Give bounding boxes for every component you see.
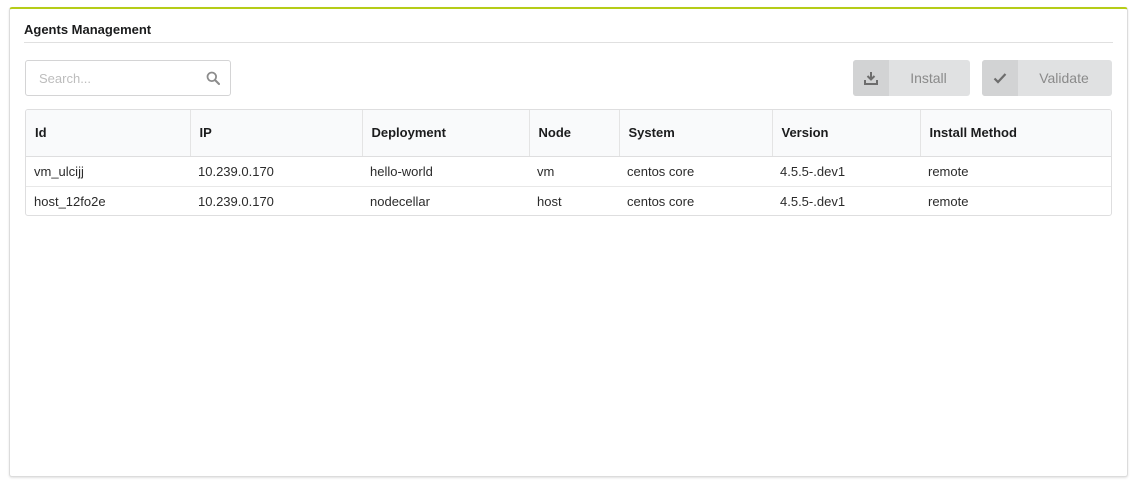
- cell-install-method: remote: [920, 156, 1111, 187]
- validate-button-label: Validate: [1039, 70, 1089, 86]
- column-header-install-method[interactable]: Install Method: [920, 110, 1111, 157]
- cell-node: vm: [529, 156, 619, 187]
- download-icon: [853, 60, 889, 96]
- widget-title: Agents Management: [24, 22, 152, 37]
- cell-version: 4.5.5-.dev1: [772, 156, 920, 187]
- cell-deployment: nodecellar: [370, 193, 430, 209]
- search-box[interactable]: [25, 60, 231, 96]
- column-header-deployment[interactable]: Deployment: [362, 110, 530, 157]
- cell-ip: 10.239.0.170: [198, 193, 274, 209]
- search-icon[interactable]: [206, 71, 220, 85]
- cell-system: centos core: [627, 193, 695, 209]
- cell-system: centos core: [619, 156, 772, 187]
- column-header-id[interactable]: Id: [26, 110, 191, 157]
- column-header-node[interactable]: Node: [529, 110, 620, 157]
- agents-management-widget: Agents Management Install Validate: [9, 7, 1128, 477]
- checkmark-icon: [982, 60, 1018, 96]
- cell-id: vm_ulcijj: [26, 156, 190, 187]
- cell-ip: 10.239.0.170: [190, 156, 362, 187]
- cell-version: 4.5.5-.dev1: [780, 193, 846, 209]
- cell-install-method: remote: [928, 193, 969, 209]
- cell-deployment: hello-world: [362, 156, 529, 187]
- column-header-version[interactable]: Version: [772, 110, 921, 157]
- column-header-ip[interactable]: IP: [190, 110, 363, 157]
- install-button-label: Install: [910, 70, 947, 86]
- table-row[interactable]: vm_ulcijj 10.239.0.170 hello-world vm ce…: [26, 156, 1111, 187]
- validate-button[interactable]: Validate: [982, 60, 1112, 96]
- agents-table: Id IP Deployment Node System Version Ins…: [25, 109, 1112, 216]
- cell-node: host: [537, 193, 562, 209]
- table-row[interactable]: host_12fo2e 10.239.0.170 nodecellar host…: [26, 186, 1111, 215]
- table-header-row: Id IP Deployment Node System Version Ins…: [26, 110, 1111, 157]
- title-divider: [24, 42, 1113, 43]
- install-button[interactable]: Install: [853, 60, 970, 96]
- column-header-system[interactable]: System: [619, 110, 773, 157]
- cell-id: host_12fo2e: [34, 193, 106, 209]
- search-input[interactable]: [26, 61, 206, 95]
